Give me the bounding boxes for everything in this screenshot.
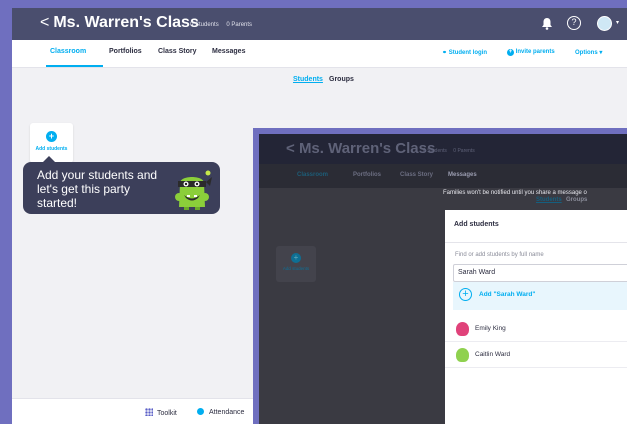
top-header: < Ms. Warren's Class 0 Students 0 Parents… (12, 8, 627, 40)
parents-count: 0 Parents (226, 22, 253, 28)
grid-icon (145, 408, 153, 416)
inset-tab-bar: Classroom Portfolios Class Story Message… (259, 164, 627, 188)
inset-back-chevron-icon: < (286, 140, 295, 157)
student-row[interactable]: Caitlin Ward (445, 342, 627, 368)
inset-class-title: < Ms. Warren's Class (286, 140, 435, 157)
avatar[interactable] (597, 16, 612, 31)
toolkit-label: Toolkit (157, 410, 177, 417)
student-row[interactable]: Emily King (445, 316, 627, 342)
class-title: Ms. Warren's Class (53, 14, 199, 31)
footer-toolbar: Toolkit Attendance (12, 398, 255, 424)
inset-groups-view-link: Groups (566, 197, 588, 203)
toolkit-button[interactable]: Toolkit (145, 408, 177, 417)
add-students-label: Add students (35, 146, 68, 152)
help-icon[interactable]: ? (567, 16, 581, 30)
student-avatar-icon (456, 348, 469, 362)
inset-header: < Ms. Warren's Class 0 Students 0 Parent… (259, 134, 627, 164)
inset-plus-icon: + (291, 253, 301, 263)
zoomed-screenshot-inset: < Ms. Warren's Class 0 Students 0 Parent… (253, 128, 627, 424)
invite-parents-label: Invite parents (515, 49, 555, 55)
inset-add-students-label: Add students (282, 266, 310, 271)
active-tab-indicator (46, 65, 103, 67)
plus-circle-icon: + (507, 49, 514, 56)
inset-notice-text: Families won't be notified until you sha… (443, 190, 587, 196)
modal-divider (445, 242, 627, 243)
page-title[interactable]: < Ms. Warren's Class (40, 14, 199, 32)
options-dropdown[interactable]: Options ▾ (575, 49, 602, 56)
inset-class-counts: 0 Students 0 Parents (423, 148, 480, 154)
chevron-down-icon[interactable]: ▾ (616, 19, 619, 26)
class-counts: 0 Students 0 Parents (190, 22, 258, 28)
inset-tab-portfolios: Portfolios (353, 172, 381, 178)
tooltip-text: Add your students and let's get this par… (37, 168, 158, 210)
attendance-label: Attendance (209, 409, 245, 416)
bell-icon[interactable] (541, 17, 553, 33)
student-login-label: Student login (448, 50, 488, 56)
inset-students-count: 0 Students (423, 148, 447, 154)
invite-parents-button[interactable]: + Invite parents (507, 49, 555, 56)
student-name-input[interactable]: Sarah Ward (453, 264, 627, 282)
chevron-down-icon: ▾ (599, 50, 603, 56)
plus-icon: + (46, 131, 57, 142)
inset-tab-classroom: Classroom (297, 172, 329, 178)
inset-class-name: Ms. Warren's Class (298, 140, 436, 157)
students-count: 0 Students (190, 22, 219, 28)
tab-messages[interactable]: Messages (212, 48, 245, 55)
inset-tab-class-story: Class Story (400, 172, 434, 178)
students-view-link[interactable]: Students (293, 76, 323, 83)
plus-circle-icon: + (459, 288, 472, 301)
inset-students-view-link: Students (536, 197, 562, 203)
onboarding-tooltip: Add your students and let's get this par… (23, 156, 220, 214)
tab-portfolios[interactable]: Portfolios (109, 48, 142, 55)
groups-view-link[interactable]: Groups (329, 76, 354, 83)
options-label: Options (575, 50, 598, 56)
student-login-icon: ⚭ (442, 50, 448, 56)
add-student-suggestion[interactable]: + Add "Sarah Ward" (453, 282, 627, 310)
add-students-modal: Add students Find or add students by ful… (445, 210, 627, 424)
inset-app: < Ms. Warren's Class 0 Students 0 Parent… (259, 134, 627, 424)
modal-prompt: Find or add students by full name (455, 252, 544, 258)
inset-parents-count: 0 Parents (453, 148, 475, 154)
student-name: Emily King (475, 325, 506, 332)
student-login-button[interactable]: ⚭ Student login (442, 49, 487, 56)
modal-title: Add students (454, 221, 499, 228)
attendance-icon (197, 408, 204, 415)
inset-add-students-card: + Add students (276, 246, 316, 282)
tab-classroom[interactable]: Classroom (50, 48, 86, 55)
tab-class-story[interactable]: Class Story (158, 48, 197, 55)
inset-tab-messages: Messages (448, 172, 477, 178)
suggestion-label: Add "Sarah Ward" (479, 291, 536, 298)
back-chevron-icon[interactable]: < (40, 14, 49, 31)
student-name: Caitlin Ward (475, 351, 511, 358)
student-avatar-icon (456, 322, 469, 336)
tab-bar: Classroom Portfolios Class Story Message… (12, 40, 627, 68)
monster-mascot-icon (172, 169, 212, 211)
attendance-button[interactable]: Attendance (197, 408, 244, 416)
